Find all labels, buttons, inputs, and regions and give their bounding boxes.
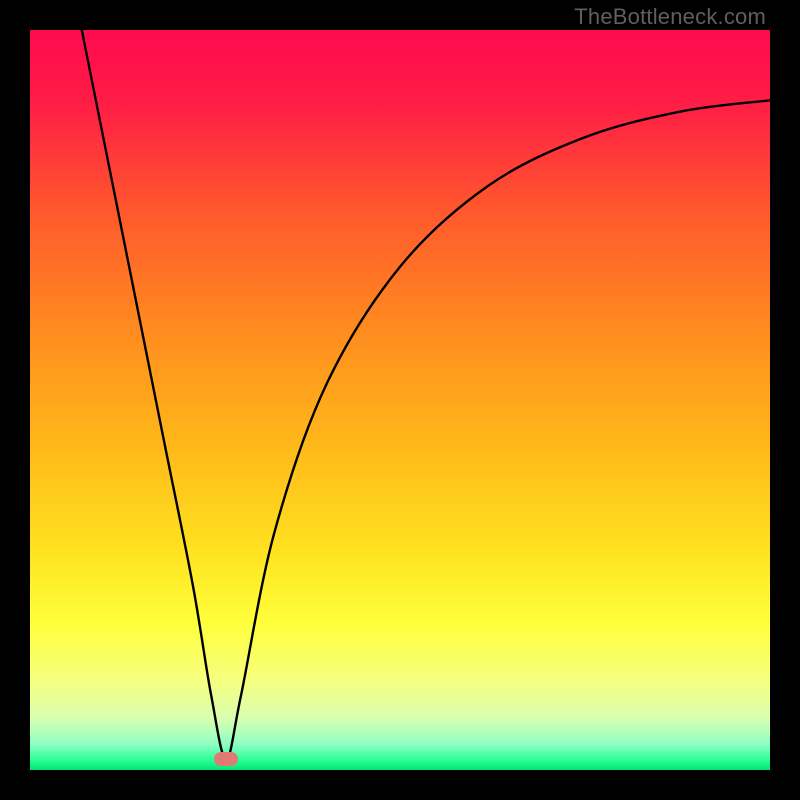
optimum-marker [214, 752, 238, 766]
chart-area [30, 30, 770, 770]
bottleneck-curve [30, 30, 770, 770]
watermark-text: TheBottleneck.com [574, 4, 766, 30]
